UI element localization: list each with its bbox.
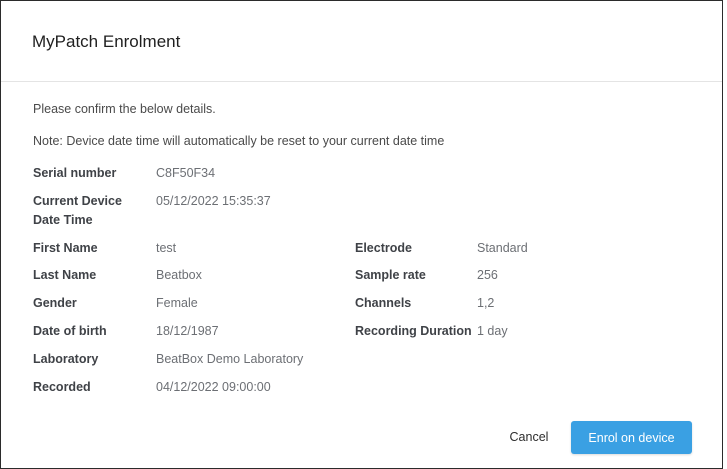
gender-value: Female <box>156 296 198 310</box>
device-datetime-label-line1: Current Device <box>33 194 122 208</box>
recording-duration-value: 1 day <box>477 324 508 338</box>
dob-value: 18/12/1987 <box>156 324 219 338</box>
last-name-value: Beatbox <box>156 268 202 282</box>
electrode-value: Standard <box>477 241 528 255</box>
serial-number-label: Serial number <box>33 166 117 180</box>
sample-rate-label: Sample rate <box>355 268 426 282</box>
confirm-text: Please confirm the below details. <box>33 102 216 116</box>
dob-label: Date of birth <box>33 324 107 338</box>
dialog-title: MyPatch Enrolment <box>32 32 181 51</box>
last-name-label: Last Name <box>33 268 97 282</box>
channels-value: 1,2 <box>477 296 495 310</box>
first-name-label: First Name <box>33 241 98 255</box>
cancel-button[interactable]: Cancel <box>497 421 561 453</box>
laboratory-label: Laboratory <box>33 352 99 366</box>
gender-label: Gender <box>33 296 77 310</box>
device-datetime-label-line2: Date Time <box>33 213 93 227</box>
recorded-value: 04/12/2022 09:00:00 <box>156 380 271 394</box>
channels-label: Channels <box>355 296 412 310</box>
enrol-on-device-button[interactable]: Enrol on device <box>571 421 692 454</box>
sample-rate-value: 256 <box>477 268 498 282</box>
laboratory-value: BeatBox Demo Laboratory <box>156 352 304 366</box>
electrode-label: Electrode <box>355 241 412 255</box>
first-name-value: test <box>156 241 177 255</box>
recorded-label: Recorded <box>33 380 91 394</box>
device-datetime-value: 05/12/2022 15:35:37 <box>156 194 271 208</box>
enrolment-dialog: MyPatch Enrolment Please confirm the bel… <box>0 0 723 469</box>
note-text: Note: Device date time will automaticall… <box>33 134 445 148</box>
recording-duration-label: Recording Duration <box>355 324 472 338</box>
dialog-header: MyPatch Enrolment <box>1 1 722 82</box>
serial-number-value: C8F50F34 <box>156 166 216 180</box>
